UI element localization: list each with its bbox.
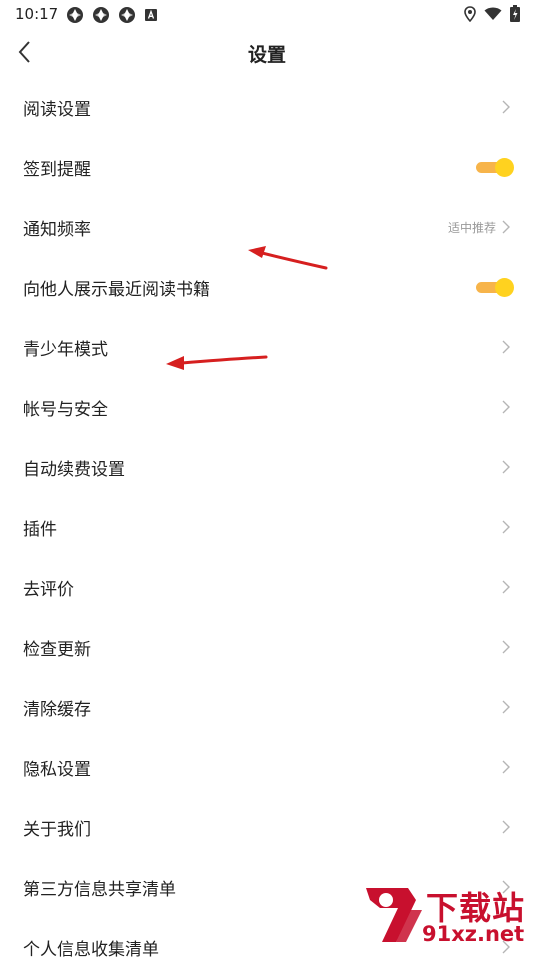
status-system-icons	[464, 5, 520, 22]
settings-row-label: 青少年模式	[23, 339, 108, 360]
app-notification-icon	[67, 7, 83, 23]
settings-row[interactable]: 通知频率 适中推荐	[0, 197, 534, 257]
status-bar: 10:17	[0, 0, 534, 28]
settings-row-label: 帐号与安全	[23, 399, 108, 420]
chevron-right-icon	[502, 340, 510, 354]
page-title: 设置	[247, 44, 286, 66]
settings-row[interactable]: 插件	[0, 497, 534, 557]
toggle-knob	[495, 158, 514, 177]
settings-list: 阅读设置签到提醒通知频率 适中推荐向他人展示最近阅读书籍 青少年模式帐号与安全自动续…	[0, 77, 534, 977]
toggle-knob	[495, 278, 514, 297]
settings-row-label: 插件	[23, 519, 57, 540]
wifi-icon	[484, 7, 502, 20]
chevron-right-icon	[502, 820, 510, 834]
chevron-right-icon	[502, 760, 510, 774]
settings-row[interactable]: 青少年模式	[0, 317, 534, 377]
settings-row[interactable]: 帐号与安全	[0, 377, 534, 437]
app-notification-icon	[93, 7, 109, 23]
chevron-right-icon	[502, 220, 510, 234]
chevron-right-icon	[502, 640, 510, 654]
settings-row[interactable]: 向他人展示最近阅读书籍	[0, 257, 534, 317]
settings-row[interactable]: 自动续费设置	[0, 437, 534, 497]
chevron-right-icon	[502, 460, 510, 474]
settings-row-label: 签到提醒	[23, 159, 91, 180]
battery-icon	[510, 5, 520, 22]
settings-row[interactable]: 去评价	[0, 557, 534, 617]
settings-row[interactable]: 清除缓存	[0, 677, 534, 737]
toggle-switch[interactable]	[476, 158, 514, 177]
chevron-right-icon	[502, 580, 510, 594]
settings-row[interactable]: 检查更新	[0, 617, 534, 677]
header: 设置	[0, 28, 534, 76]
settings-row[interactable]: 阅读设置	[0, 77, 534, 137]
settings-row[interactable]: 关于我们	[0, 797, 534, 857]
chevron-right-icon	[502, 100, 510, 114]
toggle-switch[interactable]	[476, 278, 514, 297]
settings-row-label: 阅读设置	[23, 99, 91, 120]
settings-row-label: 向他人展示最近阅读书籍	[23, 279, 210, 300]
settings-row-label: 关于我们	[23, 819, 91, 840]
watermark: 下载站 91xz.net	[356, 880, 534, 950]
chevron-right-icon	[502, 700, 510, 714]
chevron-right-icon	[502, 520, 510, 534]
app-notification-icon	[119, 7, 135, 23]
status-time: 10:17	[15, 5, 59, 23]
settings-row-label: 检查更新	[23, 639, 91, 660]
settings-row-label: 清除缓存	[23, 699, 91, 720]
settings-row-label: 通知频率	[23, 219, 91, 240]
watermark-logo-icon	[366, 888, 422, 942]
settings-row-label: 自动续费设置	[23, 459, 125, 480]
keyboard-a-icon	[145, 9, 157, 21]
settings-row-value: 适中推荐	[447, 220, 496, 235]
settings-row-label: 去评价	[23, 579, 74, 600]
settings-row[interactable]: 签到提醒	[0, 137, 534, 197]
location-icon	[464, 5, 476, 22]
watermark-url: 91xz.net	[422, 922, 525, 946]
chevron-right-icon	[502, 400, 510, 414]
settings-row[interactable]: 隐私设置	[0, 737, 534, 797]
settings-row-label: 隐私设置	[23, 759, 91, 780]
status-notification-icons	[66, 6, 158, 24]
